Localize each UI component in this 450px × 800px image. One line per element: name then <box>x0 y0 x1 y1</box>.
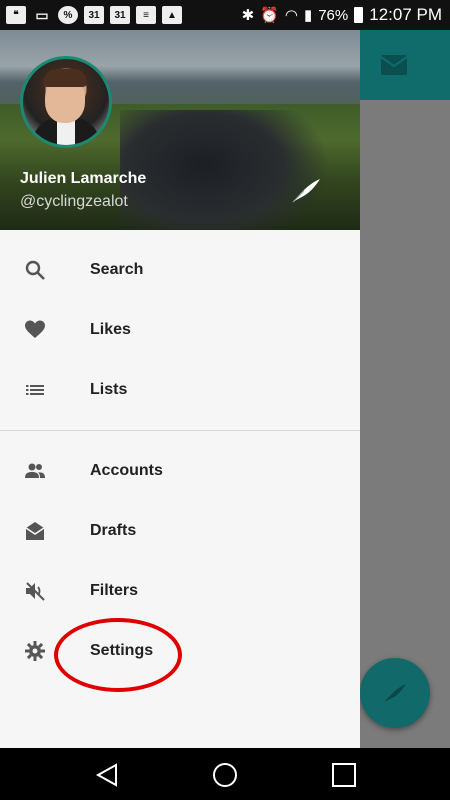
battery-level: 76% <box>318 6 349 24</box>
menu-label-likes: Likes <box>90 321 131 338</box>
menu-label-filters: Filters <box>90 582 139 599</box>
search-icon <box>25 260 45 280</box>
drawer-header: Julien Lamarche @cyclingzealot <box>0 30 360 230</box>
calendar-icon: 31 <box>84 6 104 24</box>
header-background-cyclist <box>120 110 330 230</box>
menu-item-filters[interactable]: Filters <box>0 561 360 621</box>
calendar-icon: 31 <box>110 6 130 24</box>
accounts-icon <box>25 463 45 478</box>
mail-icon[interactable] <box>380 54 408 76</box>
menu-item-drafts[interactable]: Drafts <box>0 501 360 561</box>
system-nav-bar <box>0 748 450 800</box>
annotation-circle <box>54 618 182 692</box>
menu-item-accounts[interactable]: Accounts <box>0 441 360 501</box>
status-bar: ❝ ▭ % 31 31 ≡ ▲ ✱ ⏰ ◠ ▮ 76% 12:07 PM <box>0 0 450 30</box>
percent-icon: % <box>58 6 78 24</box>
quill-icon <box>384 684 406 702</box>
signal-icon: ▮ <box>303 7 313 24</box>
mute-icon <box>26 582 45 601</box>
home-icon[interactable] <box>212 762 238 788</box>
alarm-icon: ⏰ <box>260 7 279 24</box>
compose-fab[interactable] <box>360 658 430 728</box>
user-name: Julien Lamarche <box>20 170 147 187</box>
menu-item-search[interactable]: Search <box>0 240 360 300</box>
list-icon <box>26 385 44 395</box>
wifi-icon: ◠ <box>284 7 298 24</box>
menu-item-likes[interactable]: Likes <box>0 300 360 360</box>
cast-icon: ▭ <box>35 6 49 23</box>
gear-icon <box>25 641 45 661</box>
menu-label-accounts: Accounts <box>90 462 163 479</box>
recents-icon[interactable] <box>331 762 357 788</box>
heart-icon <box>25 320 45 338</box>
image-icon: ▲ <box>162 6 182 24</box>
avatar-hair <box>43 69 87 87</box>
user-handle: @cyclingzealot <box>20 193 128 210</box>
menu-divider <box>0 430 360 431</box>
bluetooth-icon: ✱ <box>241 7 255 24</box>
menu-label-search: Search <box>90 261 144 278</box>
quill-icon[interactable] <box>290 176 322 204</box>
notification-icons: ❝ ▭ % 31 31 ≡ ▲ <box>0 6 182 24</box>
clock: 12:07 PM <box>369 5 442 24</box>
menu-item-lists[interactable]: Lists <box>0 360 360 420</box>
message-icon: ≡ <box>136 6 156 24</box>
drafts-icon <box>25 522 45 540</box>
menu-label-drafts: Drafts <box>90 522 137 539</box>
navigation-drawer: Julien Lamarche @cyclingzealot Search Li… <box>0 30 360 748</box>
battery-icon <box>354 7 364 23</box>
menu-label-lists: Lists <box>90 381 128 398</box>
hangouts-icon: ❝ <box>6 6 26 24</box>
avatar[interactable] <box>20 56 112 148</box>
back-icon[interactable] <box>94 762 120 788</box>
